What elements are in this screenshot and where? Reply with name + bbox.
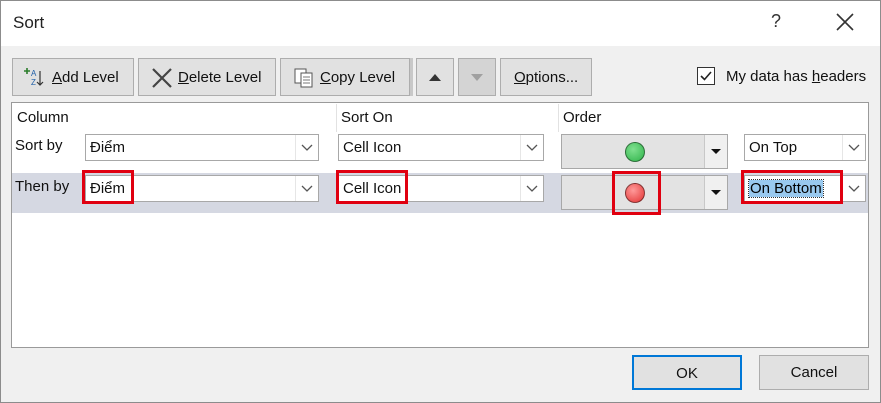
my-data-has-headers-label: My data has headers xyxy=(726,68,867,85)
options-button[interactable]: Options... xyxy=(500,58,592,96)
column-header-order: Order xyxy=(563,109,602,126)
chevron-down-icon[interactable] xyxy=(520,176,543,201)
highlight-box-icon xyxy=(612,171,661,215)
chevron-down-icon[interactable] xyxy=(295,135,318,160)
delete-level-label: Delete Level xyxy=(178,69,262,86)
column-separator xyxy=(558,104,559,132)
ok-button[interactable]: OK xyxy=(632,355,742,390)
chevron-down-icon[interactable] xyxy=(295,176,318,201)
ok-label: OK xyxy=(676,365,698,382)
sort-by-order-value: On Top xyxy=(749,139,798,156)
help-button[interactable]: ? xyxy=(767,11,785,32)
add-level-icon: A Z xyxy=(24,68,44,87)
dropdown-arrow-icon[interactable] xyxy=(704,135,727,168)
chevron-down-icon[interactable] xyxy=(520,135,543,160)
sort-by-order-dropdown[interactable]: On Top xyxy=(744,134,866,161)
up-arrow-icon xyxy=(429,74,441,81)
copy-level-label: Copy Level xyxy=(320,69,396,86)
row-label-then-by: Then by xyxy=(15,178,70,195)
checkmark-icon xyxy=(700,71,712,81)
sort-dialog: Sort ? A Z Add Level Delete Level Copy L… xyxy=(0,0,881,403)
sort-by-sort-on-dropdown[interactable]: Cell Icon xyxy=(338,134,544,161)
column-separator xyxy=(336,104,337,132)
column-header-column: Column xyxy=(17,109,69,126)
chevron-down-icon[interactable] xyxy=(842,135,865,160)
move-down-button[interactable] xyxy=(458,58,496,96)
highlight-box-column xyxy=(82,170,134,204)
highlight-box-sort-on xyxy=(336,170,408,204)
toolbar-separator xyxy=(410,58,413,96)
dropdown-arrow-icon[interactable] xyxy=(704,176,727,209)
svg-text:A: A xyxy=(31,69,37,78)
sort-by-column-value: Điểm xyxy=(90,139,126,156)
cancel-label: Cancel xyxy=(790,364,838,381)
add-level-label: Add Level xyxy=(52,69,119,86)
delete-level-button[interactable]: Delete Level xyxy=(138,58,276,96)
chevron-down-icon[interactable] xyxy=(842,176,865,201)
row-label-sort-by: Sort by xyxy=(15,137,63,154)
options-label: Options... xyxy=(514,69,579,86)
column-header-sort-on: Sort On xyxy=(341,109,393,126)
green-circle-icon xyxy=(625,142,645,162)
copy-icon xyxy=(294,68,313,88)
dialog-title: Sort xyxy=(13,13,45,32)
down-arrow-icon xyxy=(471,74,483,81)
sort-by-icon-order-dropdown[interactable] xyxy=(561,134,728,169)
sort-by-column-dropdown[interactable]: Điểm xyxy=(85,134,319,161)
move-up-button[interactable] xyxy=(416,58,454,96)
sort-by-sort-on-value: Cell Icon xyxy=(343,139,402,156)
cancel-button[interactable]: Cancel xyxy=(759,355,869,390)
my-data-has-headers-checkbox[interactable] xyxy=(697,67,715,85)
delete-icon xyxy=(152,68,172,88)
svg-text:Z: Z xyxy=(31,78,36,87)
copy-level-button[interactable]: Copy Level xyxy=(280,58,410,96)
title-bar: Sort ? xyxy=(1,1,880,46)
highlight-box-order xyxy=(741,170,843,204)
add-level-button[interactable]: A Z Add Level xyxy=(12,58,134,96)
close-icon[interactable] xyxy=(835,12,855,32)
